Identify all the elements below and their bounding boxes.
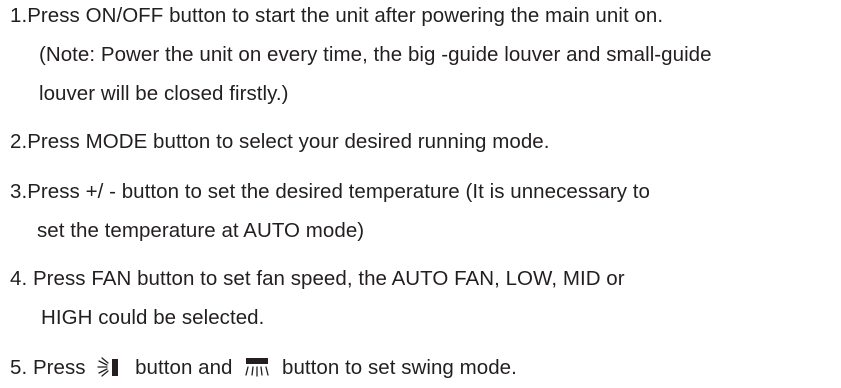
instruction-document: 1.Press ON/OFF button to start the unit … <box>0 0 841 388</box>
step-2-text: 2.Press MODE button to select your desir… <box>10 130 550 153</box>
step-5-suffix: button to set swing mode. <box>282 356 517 379</box>
step-5-prefix: 5. Press <box>10 356 86 379</box>
step-5-text: 5. Press button and button to set swing … <box>10 357 517 382</box>
step-3-text-line-2: set the temperature at AUTO mode) <box>37 219 365 242</box>
step-5-middle: button and <box>135 356 233 379</box>
step-1-note-line-2: louver will be closed firstly.) <box>39 82 289 105</box>
step-1-note-line-1: (Note: Power the unit on every time, the… <box>39 43 712 66</box>
step-4-text-line-2: HIGH could be selected. <box>41 306 265 329</box>
vertical-swing-icon <box>244 357 270 382</box>
step-3-text-line-1: 3.Press +/ - button to set the desired t… <box>10 180 650 203</box>
step-1-text: 1.Press ON/OFF button to start the unit … <box>10 4 664 27</box>
horizontal-swing-icon <box>97 357 123 382</box>
step-4-text-line-1: 4. Press FAN button to set fan speed, th… <box>10 267 625 290</box>
